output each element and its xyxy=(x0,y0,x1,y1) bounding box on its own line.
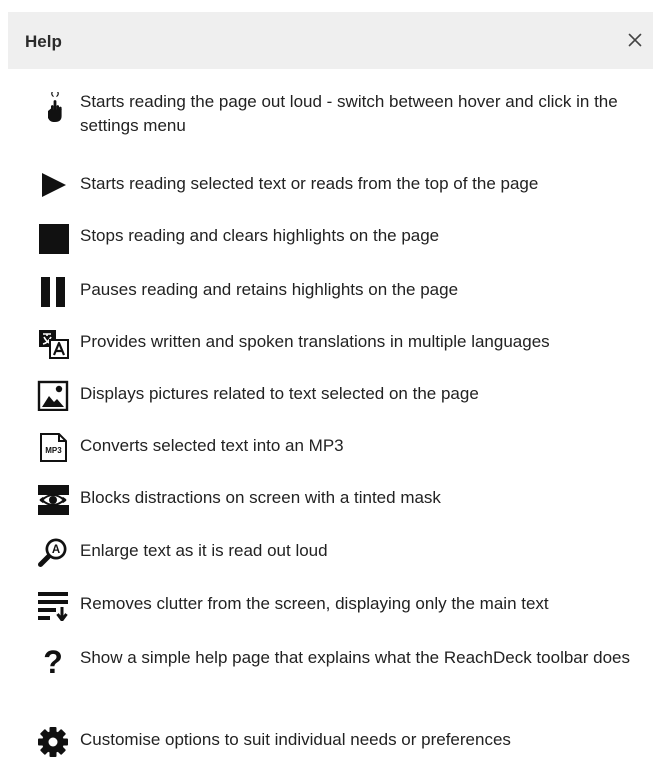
svg-text:MP3: MP3 xyxy=(45,446,62,455)
pause-icon xyxy=(37,275,69,307)
help-item-text: Enlarge text as it is read out loud xyxy=(80,541,328,560)
help-item-text: Starts reading selected text or reads fr… xyxy=(80,174,539,193)
magnifier-icon: A xyxy=(37,536,69,568)
translate-icon xyxy=(37,327,69,359)
help-item-text: Stops reading and clears highlights on t… xyxy=(80,226,440,245)
close-icon xyxy=(628,33,642,47)
picture-dictionary-icon xyxy=(37,379,69,411)
help-item-text: Show a simple help page that explains wh… xyxy=(80,648,631,667)
close-button[interactable] xyxy=(621,26,649,54)
help-item-text: Removes clutter from the screen, display… xyxy=(80,594,549,613)
help-item-text: Customise options to suit individual nee… xyxy=(80,730,511,749)
help-item-text: Blocks distractions on screen with a tin… xyxy=(80,488,441,507)
help-item-text: Provides written and spoken translations… xyxy=(80,332,550,351)
svg-text:?: ? xyxy=(43,645,63,677)
play-icon xyxy=(37,169,69,201)
screen-mask-icon xyxy=(37,483,69,515)
help-item-text: Displays pictures related to text select… xyxy=(80,384,479,403)
settings-gear-icon xyxy=(37,726,69,758)
help-item-text: Pauses reading and retains highlights on… xyxy=(80,280,459,299)
help-icon: ? xyxy=(37,645,69,677)
hover-hand-icon xyxy=(37,92,69,124)
svg-text:A: A xyxy=(52,544,60,556)
simplify-icon xyxy=(37,589,69,621)
help-item-text: Starts reading the page out loud - switc… xyxy=(80,92,618,135)
help-panel-header: Help xyxy=(8,12,653,69)
panel-title: Help xyxy=(25,32,62,51)
mp3-icon: MP3 xyxy=(37,431,69,463)
stop-icon xyxy=(37,222,69,254)
help-item-text: Converts selected text into an MP3 xyxy=(80,436,344,455)
